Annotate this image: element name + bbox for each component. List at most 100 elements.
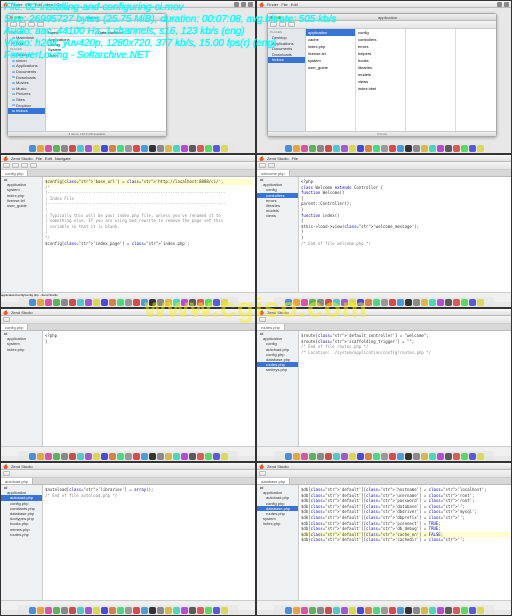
dock-app-icon[interactable] (477, 299, 484, 306)
dock-app-icon[interactable] (133, 607, 140, 614)
dock[interactable] (274, 297, 494, 307)
dock-app-icon[interactable] (205, 453, 212, 460)
code-editor[interactable]: $autoload[class="str">'libraries'] = arr… (43, 485, 255, 600)
dock-app-icon[interactable] (437, 145, 444, 152)
dock-app-icon[interactable] (189, 607, 196, 614)
dock-app-icon[interactable] (101, 607, 108, 614)
dock-app-icon[interactable] (221, 607, 228, 614)
dock-app-icon[interactable] (469, 453, 476, 460)
dock-app-icon[interactable] (141, 607, 148, 614)
dock-app-icon[interactable] (61, 607, 68, 614)
dock-app-icon[interactable] (437, 607, 444, 614)
dock-app-icon[interactable] (133, 453, 140, 460)
dock-app-icon[interactable] (141, 453, 148, 460)
dock-app-icon[interactable] (477, 145, 484, 152)
dock-app-icon[interactable] (453, 453, 460, 460)
dock-app-icon[interactable] (189, 453, 196, 460)
dock-app-icon[interactable] (357, 607, 364, 614)
dock-app-icon[interactable] (293, 453, 300, 460)
dock-app-icon[interactable] (461, 299, 468, 306)
dock-app-icon[interactable] (357, 453, 364, 460)
dock-app-icon[interactable] (141, 299, 148, 306)
new-button[interactable] (259, 317, 266, 322)
menu-item[interactable]: Zend Studio (267, 156, 289, 161)
dock-app-icon[interactable] (293, 299, 300, 306)
dock-app-icon[interactable] (413, 453, 420, 460)
dock-app-icon[interactable] (381, 607, 388, 614)
dock-app-icon[interactable] (429, 453, 436, 460)
dock-app-icon[interactable] (117, 607, 124, 614)
dock-app-icon[interactable] (101, 299, 108, 306)
dock-app-icon[interactable] (445, 607, 452, 614)
dock-app-icon[interactable] (125, 453, 132, 460)
dock-app-icon[interactable] (93, 299, 100, 306)
dock-app-icon[interactable] (469, 299, 476, 306)
dock-app-icon[interactable] (453, 299, 460, 306)
dock-app-icon[interactable] (333, 453, 340, 460)
dock-app-icon[interactable] (333, 145, 340, 152)
dock-app-icon[interactable] (45, 299, 52, 306)
dock-app-icon[interactable] (477, 607, 484, 614)
dock-app-icon[interactable] (101, 145, 108, 152)
dock-app-icon[interactable] (365, 453, 372, 460)
dock-app-icon[interactable] (397, 607, 404, 614)
dock-app-icon[interactable] (317, 145, 324, 152)
dock-app-icon[interactable] (445, 145, 452, 152)
dock-app-icon[interactable] (429, 145, 436, 152)
tree-item[interactable]: smileys.php (257, 367, 298, 372)
tree-item[interactable]: routes.php (1, 532, 42, 537)
dock-app-icon[interactable] (341, 299, 348, 306)
dock-app-icon[interactable] (77, 299, 84, 306)
dock-app-icon[interactable] (365, 607, 372, 614)
dock-app-icon[interactable] (389, 299, 396, 306)
dock-app-icon[interactable] (357, 299, 364, 306)
new-button[interactable] (259, 471, 266, 476)
dock-app-icon[interactable] (125, 607, 132, 614)
code-editor[interactable]: $config[class="str">'base_url'] = class=… (43, 177, 255, 292)
dock-app-icon[interactable] (405, 453, 412, 460)
dock-app-icon[interactable] (165, 145, 172, 152)
apple-menu-icon[interactable]: 🍎 (3, 310, 8, 315)
dock-app-icon[interactable] (341, 607, 348, 614)
dock-app-icon[interactable] (149, 145, 156, 152)
dock-app-icon[interactable] (413, 299, 420, 306)
dock-app-icon[interactable] (309, 299, 316, 306)
dock-app-icon[interactable] (477, 453, 484, 460)
dock-app-icon[interactable] (357, 145, 364, 152)
dock-app-icon[interactable] (53, 299, 60, 306)
dock-app-icon[interactable] (453, 145, 460, 152)
dock-app-icon[interactable] (173, 453, 180, 460)
dock-app-icon[interactable] (413, 607, 420, 614)
dock-app-icon[interactable] (173, 145, 180, 152)
dock-app-icon[interactable] (61, 145, 68, 152)
dock-app-icon[interactable] (285, 607, 292, 614)
dock-app-icon[interactable] (349, 145, 356, 152)
code-editor[interactable]: $route[class="str">'default_controller']… (299, 331, 511, 446)
dock-app-icon[interactable] (197, 607, 204, 614)
dock-app-icon[interactable] (45, 145, 52, 152)
dock-app-icon[interactable] (469, 145, 476, 152)
dock-app-icon[interactable] (149, 607, 156, 614)
dock-app-icon[interactable] (437, 299, 444, 306)
dock-app-icon[interactable] (309, 607, 316, 614)
dock-app-icon[interactable] (109, 145, 116, 152)
dock-app-icon[interactable] (213, 453, 220, 460)
dock-app-icon[interactable] (77, 607, 84, 614)
dock-app-icon[interactable] (29, 299, 36, 306)
menubar[interactable]: 🍎 Zend Studio (257, 309, 511, 316)
dock-app-icon[interactable] (325, 145, 332, 152)
dock-app-icon[interactable] (349, 607, 356, 614)
dock-app-icon[interactable] (381, 453, 388, 460)
menu-item[interactable]: Zend Studio (11, 310, 33, 315)
dock-app-icon[interactable] (389, 607, 396, 614)
dock-app-icon[interactable] (221, 145, 228, 152)
dock-app-icon[interactable] (317, 299, 324, 306)
dock[interactable] (18, 605, 238, 615)
dock-app-icon[interactable] (301, 299, 308, 306)
col-item[interactable]: errors (356, 43, 405, 50)
tree-item[interactable]: index.php (257, 521, 298, 526)
dock-app-icon[interactable] (341, 453, 348, 460)
dock-app-icon[interactable] (373, 299, 380, 306)
dock-app-icon[interactable] (173, 607, 180, 614)
menu-item[interactable]: Zend Studio (267, 464, 289, 469)
